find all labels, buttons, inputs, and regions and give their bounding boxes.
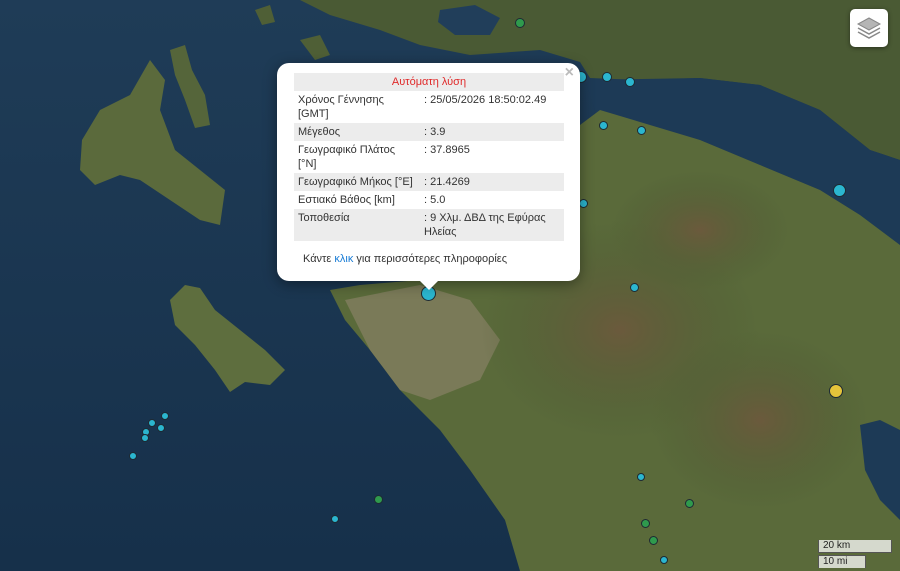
magnitude-value: : 3.9	[420, 123, 564, 141]
earthquake-marker[interactable]	[579, 199, 588, 208]
more-info-link[interactable]: κλικ	[334, 253, 353, 265]
more-info-suffix: για περισσότερες πληροφορίες	[356, 253, 507, 265]
layers-icon	[856, 17, 882, 39]
earthquake-marker[interactable]	[829, 384, 843, 398]
earthquake-marker[interactable]	[641, 519, 650, 528]
more-info-text: Κάντε κλικ για περισσότερες πληροφορίες	[303, 253, 507, 265]
scale-bar-km: 20 km	[818, 540, 892, 553]
close-icon[interactable]: ×	[565, 65, 574, 81]
earthquake-marker[interactable]	[161, 412, 169, 420]
earthquake-marker[interactable]	[649, 536, 658, 545]
earthquake-marker[interactable]	[637, 126, 646, 135]
earthquake-marker[interactable]	[833, 184, 846, 197]
earthquake-marker[interactable]	[630, 283, 639, 292]
earthquake-marker[interactable]	[637, 473, 645, 481]
magnitude-label: Μέγεθος	[294, 123, 420, 141]
latitude-value: : 37.8965	[424, 144, 470, 156]
longitude-label: Γεωγραφικό Μήκος [°E]	[294, 173, 420, 191]
earthquake-marker[interactable]	[129, 452, 137, 460]
location-value: : 9 Χλμ. ΔΒΔ της Εφύρας Ηλείας	[420, 209, 564, 241]
earthquake-marker[interactable]	[660, 556, 668, 564]
latitude-label: Γεωγραφικό Πλάτος [°N]	[298, 144, 396, 170]
longitude-value: : 21.4269	[420, 173, 564, 191]
earthquake-marker[interactable]	[515, 18, 525, 28]
location-label: Τοποθεσία	[294, 209, 420, 241]
earthquake-marker[interactable]	[602, 72, 612, 82]
earthquake-marker[interactable]	[625, 77, 635, 87]
earthquake-marker[interactable]	[148, 419, 156, 427]
earthquake-marker[interactable]	[374, 495, 383, 504]
earthquake-details-table: Αυτόματη λύση Χρόνος Γέννησης [GMT] : 25/…	[294, 73, 564, 241]
earthquake-marker[interactable]	[157, 424, 165, 432]
popup-tip	[420, 281, 438, 290]
more-info-prefix: Κάντε	[303, 253, 332, 265]
earthquake-info-popup: × Αυτόματη λύση Χρόνος Γέννησης [GMT] : 2…	[277, 63, 580, 290]
origin-time-label: Χρόνος Γέννησης [GMT]	[298, 94, 384, 120]
layers-control-button[interactable]	[850, 9, 888, 47]
popup-title: Αυτόματη λύση	[294, 73, 564, 91]
depth-value: : 5.0	[424, 194, 446, 206]
earthquake-marker[interactable]	[685, 499, 694, 508]
scale-bar-mi: 10 mi	[818, 555, 866, 568]
origin-time-value: : 25/05/2026 18:50:02.49	[424, 94, 547, 106]
depth-label: Εστιακό Βάθος [km]	[298, 194, 395, 206]
earthquake-marker[interactable]	[331, 515, 339, 523]
earthquake-marker[interactable]	[599, 121, 608, 130]
earthquake-marker[interactable]	[141, 434, 149, 442]
